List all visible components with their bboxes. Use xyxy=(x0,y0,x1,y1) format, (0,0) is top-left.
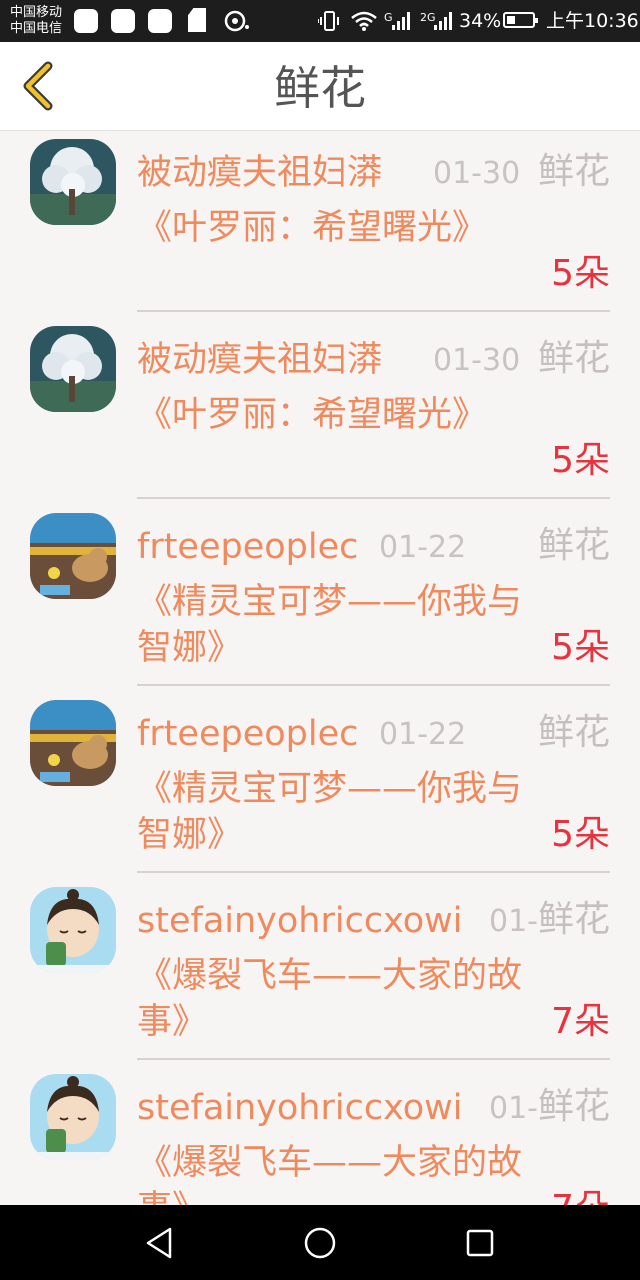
flower-record-list: 被动瘼夫祖妇漭 01-30 鲜花 《叶罗丽：希望曙光》 5朵 被动瘼夫祖妇漭 0… xyxy=(0,131,640,1205)
avatar[interactable] xyxy=(30,700,116,786)
date: 01- xyxy=(489,1091,538,1126)
sd-card-icon xyxy=(188,8,206,32)
work-title[interactable]: 《爆裂飞车——大家的故事》 xyxy=(137,1140,527,1205)
flower-count: 5朵 xyxy=(551,440,610,481)
gift-kind: 鲜花 xyxy=(537,899,610,940)
date: 01-30 xyxy=(433,156,521,191)
notification-icon xyxy=(111,9,135,33)
clock: 上午10:36 xyxy=(546,10,639,32)
divider xyxy=(137,1058,610,1060)
list-item[interactable]: frteepeoplec 01-22 鲜花 《精灵宝可梦——你我与智娜》 5朵 xyxy=(0,505,640,692)
flower-count: 5朵 xyxy=(551,253,610,294)
page-title: 鲜花 xyxy=(274,61,366,115)
nav-recents-icon xyxy=(466,1229,494,1257)
username[interactable]: frteepeoplec xyxy=(137,712,358,756)
username[interactable]: stefainyohriccxowi xyxy=(137,1086,462,1130)
notification-icon xyxy=(74,9,98,33)
list-item[interactable]: 被动瘼夫祖妇漭 01-30 鲜花 《叶罗丽：希望曙光》 5朵 xyxy=(0,318,640,505)
carrier-2: 中国电信 xyxy=(10,21,63,36)
gift-kind: 鲜花 xyxy=(537,712,610,753)
divider xyxy=(137,684,610,686)
divider xyxy=(137,871,610,873)
list-item[interactable]: stefainyohriccxowi 01- 鲜花 《爆裂飞车——大家的故事》 … xyxy=(0,1066,640,1205)
hotspot-icon xyxy=(224,10,249,32)
carrier-1: 中国移动 xyxy=(10,5,63,20)
system-nav-bar xyxy=(0,1205,640,1280)
battery-percent: 34% xyxy=(459,10,502,32)
date: 01- xyxy=(489,904,538,939)
divider xyxy=(137,310,610,312)
avatar[interactable] xyxy=(30,887,116,973)
date: 01-22 xyxy=(379,717,467,752)
signal-icon xyxy=(434,12,454,30)
flower-count: 7朵 xyxy=(551,1186,610,1205)
flower-count: 5朵 xyxy=(551,627,610,668)
work-title[interactable]: 《叶罗丽：希望曙光》 xyxy=(137,205,527,251)
username[interactable]: frteepeoplec xyxy=(137,525,358,569)
avatar[interactable] xyxy=(30,1074,116,1160)
nav-back-button[interactable] xyxy=(140,1223,180,1263)
date: 01-22 xyxy=(379,530,467,565)
notification-icon xyxy=(148,9,172,33)
cartoon-beaver-avatar-icon xyxy=(30,700,116,786)
gift-kind: 鲜花 xyxy=(537,525,610,566)
app-bar: 鲜花 xyxy=(0,42,640,131)
list-item[interactable]: stefainyohriccxowi 01- 鲜花 《爆裂飞车——大家的故事》 … xyxy=(0,879,640,1066)
divider xyxy=(137,497,610,499)
gift-kind: 鲜花 xyxy=(537,1086,610,1127)
flower-count: 5朵 xyxy=(551,814,610,855)
snow-tree-avatar-icon xyxy=(30,139,116,225)
flower-count: 7朵 xyxy=(551,1001,610,1042)
cartoon-girl-avatar-icon xyxy=(30,1074,116,1160)
username[interactable]: 被动瘼夫祖妇漭 xyxy=(137,151,382,195)
signal-icon xyxy=(392,12,412,30)
nav-back-icon xyxy=(146,1227,172,1259)
work-title[interactable]: 《叶罗丽：希望曙光》 xyxy=(137,392,527,438)
username[interactable]: stefainyohriccxowi xyxy=(137,899,462,943)
snow-tree-avatar-icon xyxy=(30,326,116,412)
vibrate-icon xyxy=(318,11,340,31)
work-title[interactable]: 《精灵宝可梦——你我与智娜》 xyxy=(137,766,527,858)
nav-home-button[interactable] xyxy=(300,1223,340,1263)
list-item[interactable]: 被动瘼夫祖妇漭 01-30 鲜花 《叶罗丽：希望曙光》 5朵 xyxy=(0,131,640,318)
nav-recents-button[interactable] xyxy=(460,1223,500,1263)
cartoon-girl-avatar-icon xyxy=(30,887,116,973)
list-item[interactable]: frteepeoplec 01-22 鲜花 《精灵宝可梦——你我与智娜》 5朵 xyxy=(0,692,640,879)
work-title[interactable]: 《精灵宝可梦——你我与智娜》 xyxy=(137,579,527,671)
username[interactable]: 被动瘼夫祖妇漭 xyxy=(137,338,382,382)
status-bar: 中国移动 中国电信 G 2G 34% 上午10:36 xyxy=(0,0,640,42)
gift-kind: 鲜花 xyxy=(537,151,610,192)
work-title[interactable]: 《爆裂飞车——大家的故事》 xyxy=(137,953,527,1045)
battery-icon xyxy=(503,12,538,28)
avatar[interactable] xyxy=(30,513,116,599)
cartoon-beaver-avatar-icon xyxy=(30,513,116,599)
avatar[interactable] xyxy=(30,139,116,225)
date: 01-30 xyxy=(433,343,521,378)
nav-home-icon xyxy=(304,1227,336,1259)
gift-kind: 鲜花 xyxy=(537,338,610,379)
avatar[interactable] xyxy=(30,326,116,412)
carrier-labels: 中国移动 中国电信 xyxy=(10,5,62,37)
wifi-icon xyxy=(351,11,377,31)
